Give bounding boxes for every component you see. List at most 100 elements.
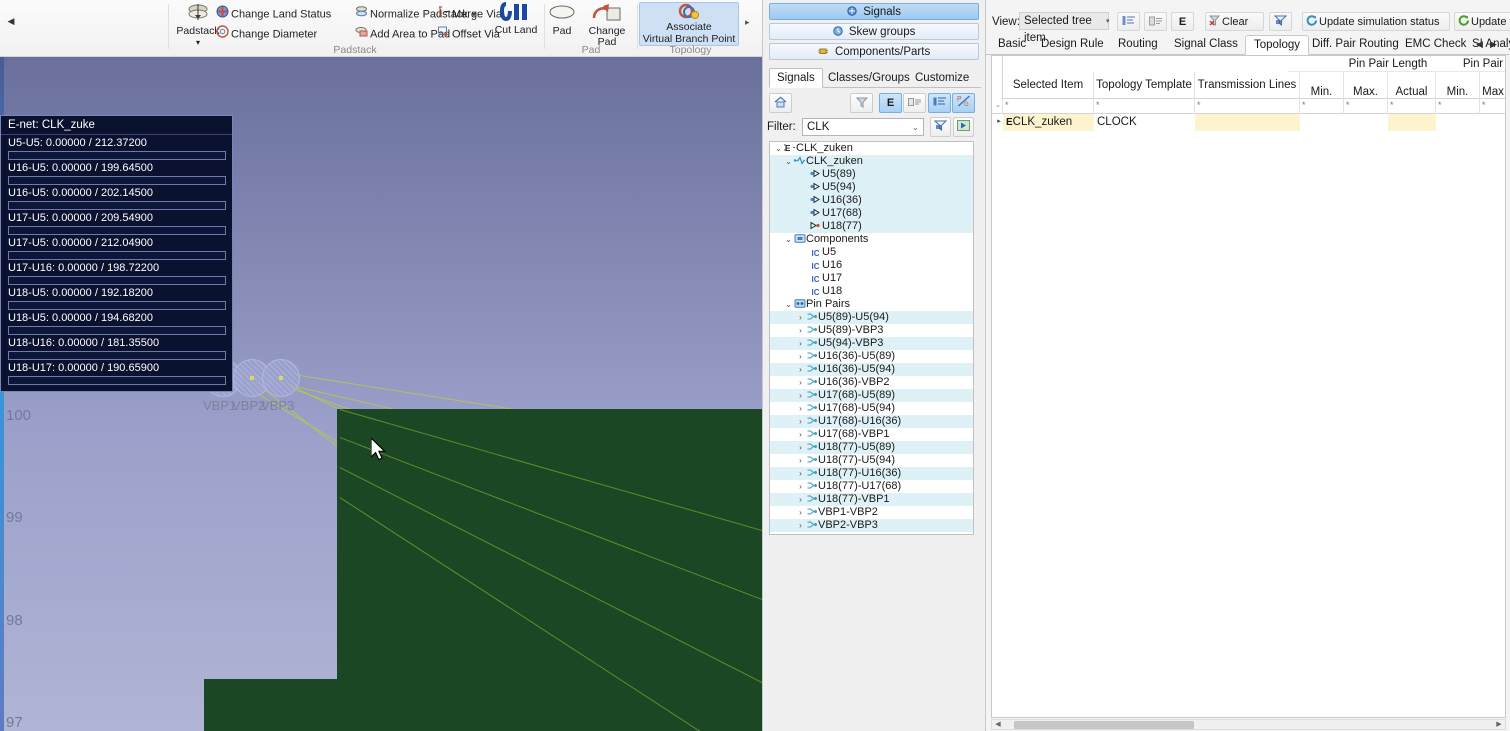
tree-node[interactable]: U5(89) xyxy=(770,168,973,181)
tree-twisty-icon[interactable]: › xyxy=(796,428,805,441)
tree-node[interactable]: U5(94) xyxy=(770,181,973,194)
filter-cell[interactable]: * xyxy=(1344,99,1388,114)
grid-filter-row[interactable]: ⌄ * * * * * * * * xyxy=(992,99,1505,114)
tree-node[interactable]: › U16(36)-U5(89) xyxy=(770,350,973,363)
tab-classes-groups[interactable]: Classes/Groups xyxy=(820,68,918,88)
tab-customize[interactable]: Customize xyxy=(907,68,977,88)
tree-twisty-icon[interactable]: › xyxy=(796,493,805,506)
tree-node[interactable]: › U16(36)-U5(94) xyxy=(770,363,973,376)
tree-twisty-icon[interactable]: › xyxy=(796,389,805,402)
tree-node[interactable]: › U17(68)-U5(94) xyxy=(770,402,973,415)
apply-filter-button[interactable] xyxy=(930,117,951,137)
filter-cell[interactable]: * xyxy=(1195,99,1300,114)
tree-node[interactable]: › U5(89)-U5(94) xyxy=(770,311,973,324)
tree-twisty-icon[interactable]: › xyxy=(796,506,805,519)
filter-dropdown-icon[interactable]: ⌄ xyxy=(912,123,919,132)
tree-twisty-icon[interactable]: › xyxy=(796,415,805,428)
row-expander-icon[interactable]: ▸ xyxy=(992,114,1003,131)
tree-twisty-icon[interactable]: ⌄ xyxy=(784,155,793,168)
tree-node[interactable]: IC U16 xyxy=(770,259,973,272)
constraint-grid[interactable]: Pin Pair Length Pin Pair Selected Item T… xyxy=(991,55,1506,718)
tree-node[interactable]: › U17(68)-U5(89) xyxy=(770,389,973,402)
column-topology-template[interactable]: Topology Template xyxy=(1094,72,1195,99)
tree-twisty-icon[interactable]: › xyxy=(796,363,805,376)
grid-horizontal-scrollbar[interactable]: ◀ ▶ xyxy=(991,719,1506,730)
change-pad-button[interactable]: Change Pad xyxy=(578,2,636,48)
scroll-left-icon[interactable]: ◀ xyxy=(992,720,1004,729)
tree-node[interactable]: › U16(36)-VBP2 xyxy=(770,376,973,389)
tab-design-rule[interactable]: Design Rule xyxy=(1033,35,1112,55)
tree-node[interactable]: U16(36) xyxy=(770,194,973,207)
pcb-canvas[interactable]: 100 99 98 97 VBP1 VBP2 VBP3 E-net: CLK_z… xyxy=(0,57,762,731)
tree-node[interactable]: › U17(68)-VBP1 xyxy=(770,428,973,441)
tab-signal-class[interactable]: Signal Class xyxy=(1166,35,1246,55)
filter-cell[interactable]: * xyxy=(1094,99,1195,114)
filter-row-toggle-icon[interactable]: ⌄ xyxy=(992,99,1003,114)
cell-pp-min[interactable] xyxy=(1436,114,1480,131)
tree-twisty-icon[interactable]: › xyxy=(796,324,805,337)
filter-input[interactable] xyxy=(802,118,924,136)
ribbon-collapse-icon[interactable]: ◀ xyxy=(4,14,18,28)
tree-node[interactable]: › U18(77)-U16(36) xyxy=(770,467,973,480)
add-area-to-pad-button[interactable]: Add Area to Pad xyxy=(355,25,450,43)
tree-node[interactable]: › U18(77)-U17(68) xyxy=(770,480,973,493)
scroll-right-icon[interactable]: ▶ xyxy=(1493,720,1505,729)
tree-node[interactable]: IC U18 xyxy=(770,285,973,298)
tree-node[interactable]: › U18(77)-VBP1 xyxy=(770,493,973,506)
column-transmission-lines[interactable]: Transmission Lines xyxy=(1195,72,1300,99)
tab-basic[interactable]: Basic xyxy=(990,35,1034,55)
filter-cell[interactable]: * xyxy=(1436,99,1480,114)
tree-twisty-icon[interactable]: ⌄ xyxy=(784,298,793,311)
tab-diff-pair-routing[interactable]: Diff. Pair Routing xyxy=(1304,35,1407,55)
enet-view-button[interactable]: E xyxy=(879,93,902,113)
tree-twisty-icon[interactable]: › xyxy=(796,519,805,532)
cut-land-button[interactable]: Cut Land xyxy=(492,1,540,36)
filter-cell[interactable]: * xyxy=(1388,99,1436,114)
cell-ppl-max[interactable] xyxy=(1344,114,1388,131)
tree-twisty-icon[interactable]: › xyxy=(796,480,805,493)
cell-topology-template[interactable]: CLOCK xyxy=(1094,114,1195,131)
tab-topology[interactable]: Topology xyxy=(1245,35,1310,55)
accordion-components-parts[interactable]: Components/Parts xyxy=(769,43,979,60)
tree-node[interactable]: › U5(89)-VBP3 xyxy=(770,324,973,337)
tree-twisty-icon[interactable]: ⌄ xyxy=(784,233,793,246)
filter-cell[interactable]: * xyxy=(1480,99,1505,114)
cell-ppl-min[interactable] xyxy=(1300,114,1344,131)
change-land-status-button[interactable]: Change Land Status xyxy=(216,5,331,23)
tree-node[interactable]: › VBP1-VBP2 xyxy=(770,506,973,519)
column-ppl-actual[interactable]: Actual xyxy=(1388,72,1436,99)
tree-twisty-icon[interactable]: › xyxy=(796,376,805,389)
tree-node[interactable]: IC U17 xyxy=(770,272,973,285)
tree-node[interactable]: › U18(77)-U5(94) xyxy=(770,454,973,467)
tree-twisty-icon[interactable]: › xyxy=(796,311,805,324)
column-ppl-max[interactable]: Max. xyxy=(1344,72,1388,99)
cell-pp-max[interactable] xyxy=(1480,114,1505,131)
tree-node[interactable]: ⌄ Components xyxy=(770,233,973,246)
tab-routing[interactable]: Routing xyxy=(1110,35,1166,55)
column-ppl-min[interactable]: Min. xyxy=(1300,72,1344,99)
column-pp-max[interactable]: Max xyxy=(1480,72,1505,99)
scrollbar-thumb[interactable] xyxy=(1014,721,1194,729)
table-row[interactable]: ▸ ECLK_zuken CLOCK xyxy=(992,114,1505,131)
column-selected-item[interactable]: Selected Item xyxy=(1003,72,1094,99)
tree-twisty-icon[interactable]: › xyxy=(796,441,805,454)
cell-selected-item[interactable]: ECLK_zuken xyxy=(1003,114,1094,131)
group-by-button[interactable] xyxy=(1117,12,1140,31)
tree-node[interactable]: IC U5 xyxy=(770,246,973,259)
tree-twisty-icon[interactable]: › xyxy=(796,350,805,363)
clear-button[interactable]: Clear xyxy=(1205,12,1264,31)
view-select[interactable]: Selected tree item xyxy=(1019,12,1109,44)
tree-node[interactable]: U18(77) xyxy=(770,220,973,233)
tree-node[interactable]: ⌄ CLK_zuken xyxy=(770,155,973,168)
cell-transmission-lines[interactable] xyxy=(1195,114,1300,131)
tab-emc-check[interactable]: EMC Check xyxy=(1397,35,1474,55)
change-diameter-button[interactable]: Change Diameter xyxy=(216,25,317,43)
signals-tree[interactable]: ⌄ E CLK_zuken ⌄ CLK_zuken U5(89) U5(94) U16… xyxy=(769,141,974,535)
update-simulation-status-button[interactable]: Update simulation status xyxy=(1302,12,1450,31)
goto-button[interactable] xyxy=(953,117,974,137)
tab-scroll-left-icon[interactable]: ◀ xyxy=(1473,37,1486,52)
pad-button[interactable]: Pad xyxy=(546,2,578,37)
enet-filter-button[interactable]: E xyxy=(1171,12,1194,31)
tree-node[interactable]: U17(68) xyxy=(770,207,973,220)
tree-node[interactable]: › U18(77)-U5(89) xyxy=(770,441,973,454)
